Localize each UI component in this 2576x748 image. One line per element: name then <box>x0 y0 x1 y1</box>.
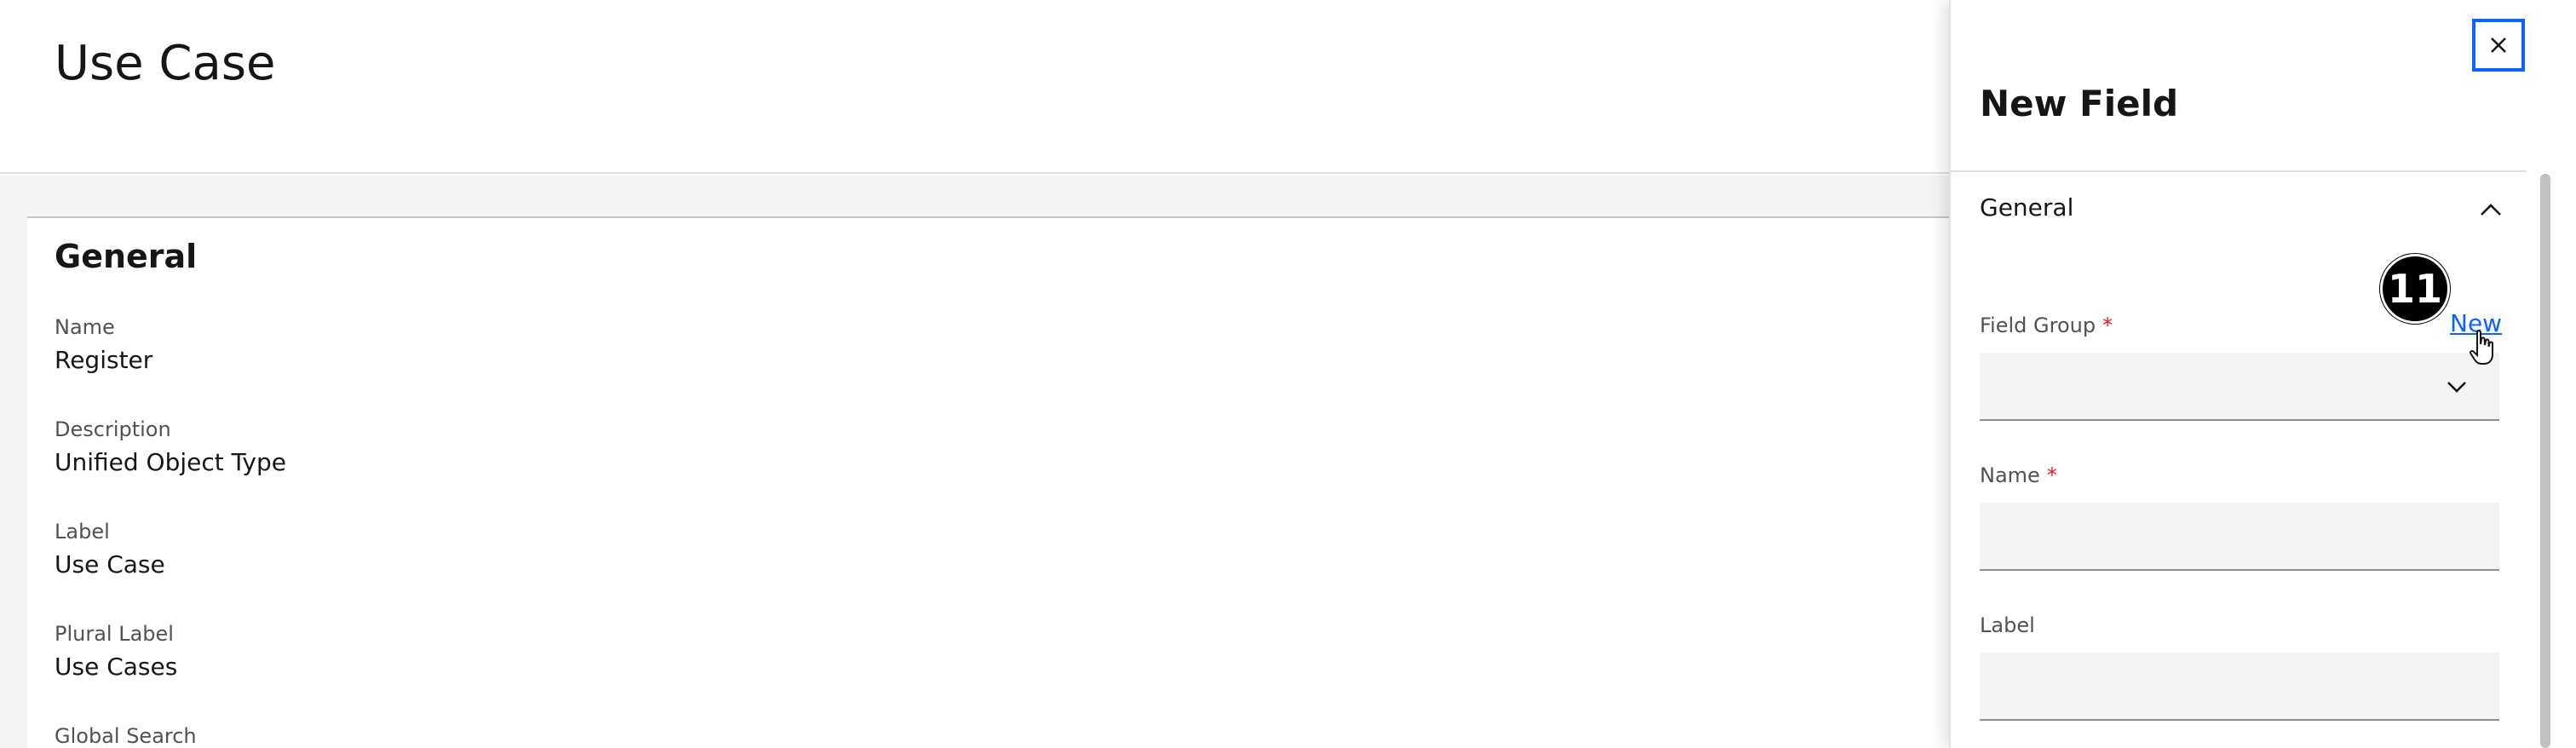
field-label: Description <box>55 417 171 441</box>
accordion-general-header[interactable]: General <box>1951 172 2527 242</box>
section-title: General <box>55 238 198 275</box>
required-marker: * <box>2046 463 2057 487</box>
field-value: Unified Object Type <box>55 448 286 476</box>
field-group-label: Field Group * <box>1980 314 2113 337</box>
close-icon <box>2491 37 2506 53</box>
field-label: Plural Label <box>55 622 174 646</box>
step-badge: 11 <box>2380 254 2450 324</box>
field-value: Use Cases <box>55 653 178 681</box>
chevron-up-icon <box>2474 193 2508 227</box>
required-marker: * <box>2102 314 2113 337</box>
detail-field-name: Name Register <box>55 314 152 377</box>
detail-field-label: Label Use Case <box>55 518 165 581</box>
detail-field-description: Description Unified Object Type <box>55 416 286 479</box>
panel-scrollbar-thumb[interactable] <box>2540 174 2550 748</box>
general-card: General Name Register Description Unifie… <box>27 216 2072 748</box>
name-input[interactable] <box>1980 503 2499 571</box>
field-group-select[interactable] <box>1980 353 2499 421</box>
field-label: Label <box>55 520 110 544</box>
field-value: Register <box>55 346 153 374</box>
hand-cursor-icon <box>2470 330 2493 365</box>
accordion-title: General <box>1980 193 2074 222</box>
field-value: Use Case <box>55 550 165 578</box>
close-panel-button[interactable] <box>2472 19 2525 72</box>
detail-field-global-search: Global Search <box>55 722 197 748</box>
label-label: Label <box>1980 613 2035 637</box>
field-label: Name <box>55 315 115 339</box>
page-title: Use Case <box>55 36 276 91</box>
name-label: Name * <box>1980 463 2057 487</box>
new-field-panel: New Field General Field Group * New Name *… <box>1949 0 2576 748</box>
detail-field-plural-label: Plural Label Use Cases <box>55 620 177 683</box>
panel-title: New Field <box>1980 83 2179 124</box>
label-input[interactable] <box>1980 653 2499 721</box>
field-label: Global Search <box>55 724 197 748</box>
